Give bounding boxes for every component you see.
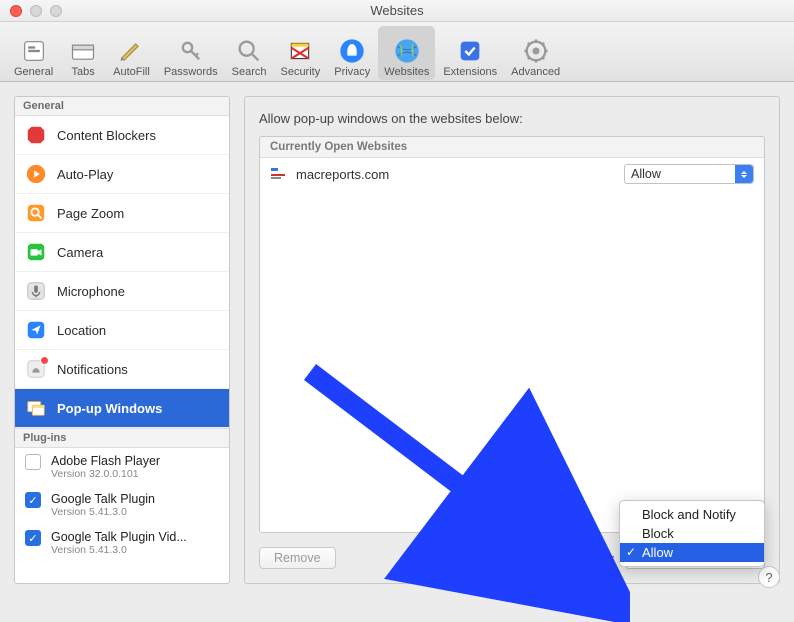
remove-button[interactable]: Remove xyxy=(259,547,336,569)
plugin-version: Version 5.41.3.0 xyxy=(51,506,219,518)
titlebar: Websites xyxy=(0,0,794,22)
stop-icon xyxy=(25,124,47,146)
sidebar-section-plugins: Plug-ins xyxy=(15,428,229,448)
dropdown-item[interactable]: Block xyxy=(620,524,764,543)
zoom-square-icon xyxy=(25,202,47,224)
popup-icon xyxy=(25,397,47,419)
plugin-name: Google Talk Plugin Vid... xyxy=(51,530,219,544)
advanced-icon xyxy=(521,36,551,66)
sidebar-item-label: Content Blockers xyxy=(57,128,156,143)
sidebar-item-popup-windows[interactable]: Pop-up Windows xyxy=(15,389,229,428)
sidebar-item-label: Location xyxy=(57,323,106,338)
dropdown-item[interactable]: Block and Notify xyxy=(620,505,764,524)
sidebar-section-general: General xyxy=(15,97,229,116)
key-icon xyxy=(176,36,206,66)
checkbox-icon[interactable]: ✓ xyxy=(25,530,41,546)
dropdown-menu: Block and Notify Block Allow xyxy=(619,500,765,567)
favicon-icon xyxy=(270,166,286,182)
play-icon xyxy=(25,163,47,185)
plugin-row[interactable]: ✓ Google Talk Plugin Vid... Version 5.41… xyxy=(15,524,229,562)
tab-extensions[interactable]: Extensions xyxy=(437,26,503,80)
sidebar-item-label: Pop-up Windows xyxy=(57,401,162,416)
tab-search[interactable]: Search xyxy=(226,26,273,80)
sidebar-item-label: Auto-Play xyxy=(57,167,113,182)
right-panel: Allow pop-up windows on the websites bel… xyxy=(244,96,780,584)
sidebar-item-notifications[interactable]: Notifications xyxy=(15,350,229,389)
website-permission-select[interactable]: Allow xyxy=(624,164,754,184)
tab-websites[interactable]: Websites xyxy=(378,26,435,80)
other-websites-label: When visiting other websites: xyxy=(447,551,615,566)
tab-advanced[interactable]: Advanced xyxy=(505,26,566,80)
select-value: Allow xyxy=(631,167,661,181)
toolbar: General Tabs AutoFill Passwords Search xyxy=(0,22,794,82)
website-row[interactable]: macreports.com Allow xyxy=(260,158,764,190)
sidebar-item-autoplay[interactable]: Auto-Play xyxy=(15,155,229,194)
notifications-icon xyxy=(25,358,47,380)
sidebar-item-label: Notifications xyxy=(57,362,128,377)
search-icon xyxy=(234,36,264,66)
tab-tabs[interactable]: Tabs xyxy=(61,26,105,80)
plugin-version: Version 5.41.3.0 xyxy=(51,544,219,556)
plugin-name: Adobe Flash Player xyxy=(51,454,219,468)
checkbox-icon[interactable]: ✓ xyxy=(25,492,41,508)
sidebar-item-camera[interactable]: Camera xyxy=(15,233,229,272)
plugin-row[interactable]: ✓ Google Talk Plugin Version 5.41.3.0 xyxy=(15,486,229,524)
security-icon xyxy=(285,36,315,66)
plugin-name: Google Talk Plugin xyxy=(51,492,219,506)
main-area: General Content Blockers Auto-Play Page … xyxy=(0,82,794,598)
right-caption: Allow pop-up windows on the websites bel… xyxy=(259,111,765,126)
sidebar-item-location[interactable]: Location xyxy=(15,311,229,350)
extensions-icon xyxy=(455,36,485,66)
sidebar-item-label: Page Zoom xyxy=(57,206,124,221)
tab-security[interactable]: Security xyxy=(274,26,326,80)
globe-icon xyxy=(392,36,422,66)
sidebar-item-microphone[interactable]: Microphone xyxy=(15,272,229,311)
tab-privacy[interactable]: Privacy xyxy=(328,26,376,80)
autofill-icon xyxy=(116,36,146,66)
tab-general[interactable]: General xyxy=(8,26,59,80)
website-list: Currently Open Websites macreports.com A… xyxy=(259,136,765,533)
sidebar-item-label: Microphone xyxy=(57,284,125,299)
camera-icon xyxy=(25,241,47,263)
location-icon xyxy=(25,319,47,341)
checkbox-icon[interactable] xyxy=(25,454,41,470)
gear-icon xyxy=(19,36,49,66)
plugin-row[interactable]: Adobe Flash Player Version 32.0.0.101 xyxy=(15,448,229,486)
website-name: macreports.com xyxy=(296,167,614,182)
dropdown-item[interactable]: Allow xyxy=(620,543,764,562)
plugin-version: Version 32.0.0.101 xyxy=(51,468,219,480)
privacy-icon xyxy=(337,36,367,66)
website-list-header: Currently Open Websites xyxy=(260,137,764,158)
sidebar: General Content Blockers Auto-Play Page … xyxy=(14,96,230,584)
sidebar-item-label: Camera xyxy=(57,245,103,260)
chevron-updown-icon xyxy=(735,165,753,183)
tab-autofill[interactable]: AutoFill xyxy=(107,26,156,80)
microphone-icon xyxy=(25,280,47,302)
sidebar-item-page-zoom[interactable]: Page Zoom xyxy=(15,194,229,233)
preferences-window: Websites General Tabs AutoFill Passwords xyxy=(0,0,794,598)
sidebar-item-content-blockers[interactable]: Content Blockers xyxy=(15,116,229,155)
window-title: Websites xyxy=(0,3,794,18)
help-button[interactable]: ? xyxy=(758,566,780,588)
tab-passwords[interactable]: Passwords xyxy=(158,26,224,80)
tabs-icon xyxy=(68,36,98,66)
